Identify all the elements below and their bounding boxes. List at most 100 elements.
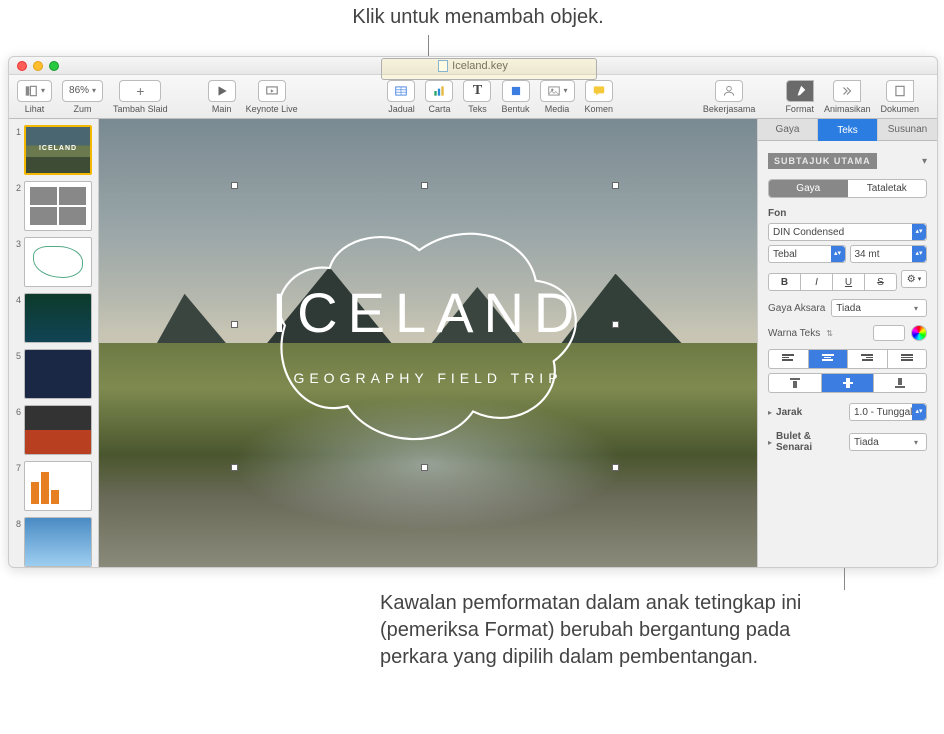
selection-handle[interactable] — [421, 182, 428, 189]
slide-thumbnail[interactable] — [24, 405, 92, 455]
nav-slide[interactable]: 3 — [13, 237, 94, 287]
nav-slide[interactable]: 4 — [13, 293, 94, 343]
slide-subtitle-text[interactable]: GEOGRAPHY FIELD TRIP — [99, 370, 757, 386]
tab-arrange[interactable]: Susunan — [878, 119, 937, 141]
color-picker-button[interactable] — [911, 325, 927, 341]
valign-top-button[interactable] — [768, 373, 822, 393]
selection-handle[interactable] — [612, 321, 619, 328]
close-window-button[interactable] — [17, 61, 27, 71]
align-center-button[interactable] — [808, 349, 849, 369]
text-icon: T — [473, 83, 482, 99]
disclosure-triangle-icon[interactable]: ▸ — [768, 408, 772, 417]
chart-icon — [432, 84, 446, 98]
media-button[interactable]: ▾ — [540, 80, 575, 102]
valign-bottom-button[interactable] — [873, 373, 927, 393]
selection-handle[interactable] — [612, 182, 619, 189]
thumb-title: ICELAND — [26, 145, 90, 152]
font-family-select[interactable]: DIN Condensed ▴▾ — [768, 223, 927, 241]
selection-handle[interactable] — [612, 464, 619, 471]
selection-handle[interactable] — [231, 321, 238, 328]
slide-thumbnail[interactable] — [24, 181, 92, 231]
annotation-bottom: Kawalan pemformatan dalam anak tetingkap… — [380, 590, 850, 671]
selection-handle[interactable] — [231, 182, 238, 189]
animate-label: Animasikan — [824, 104, 871, 114]
align-justify-button[interactable] — [887, 349, 928, 369]
slide-thumbnail[interactable] — [24, 293, 92, 343]
align-left-button[interactable] — [768, 349, 809, 369]
font-family-value: DIN Condensed — [773, 227, 844, 238]
underline-button[interactable]: U — [832, 273, 865, 291]
toolbar: ▾ Lihat 86% ▾ Zum + Tambah Slaid Main — [9, 75, 937, 119]
italic-button[interactable]: I — [800, 273, 833, 291]
nav-slide[interactable]: 6 — [13, 405, 94, 455]
spacing-row: ▸ Jarak 1.0 - Tunggal ▴▾ — [768, 403, 927, 421]
fullscreen-window-button[interactable] — [49, 61, 59, 71]
updown-icon[interactable]: ⇅ — [826, 329, 833, 338]
animate-button[interactable] — [833, 80, 861, 102]
chevron-down-icon: ▾ — [564, 86, 568, 95]
play-button[interactable] — [208, 80, 236, 102]
valign-middle-button[interactable] — [821, 373, 875, 393]
slide-thumbnail[interactable] — [24, 237, 92, 287]
shape-button[interactable] — [502, 80, 530, 102]
table-button[interactable] — [387, 80, 415, 102]
selection-handle[interactable] — [421, 464, 428, 471]
text-style-buttons: B I U S — [768, 273, 897, 291]
selection-handle[interactable] — [231, 464, 238, 471]
keynote-live-button[interactable] — [258, 80, 286, 102]
zoom-label: Zum — [74, 104, 92, 114]
collaborate-button[interactable] — [715, 80, 743, 102]
paragraph-style-name[interactable]: SUBTAJUK UTAMA — [768, 153, 877, 169]
advanced-options-button[interactable]: ⚙▾ — [901, 270, 927, 288]
chevron-down-icon[interactable]: ▾ — [922, 156, 927, 167]
font-weight-select[interactable]: Tebal ▴▾ — [768, 245, 846, 263]
chevron-down-icon: ▾ — [914, 304, 918, 313]
add-slide-button[interactable]: + — [119, 80, 161, 102]
align-right-button[interactable] — [847, 349, 888, 369]
font-size-field[interactable]: 34 mt ▴▾ — [850, 245, 928, 263]
document-title: Iceland.key — [452, 60, 508, 72]
document-icon — [893, 84, 907, 98]
inspector-tabs: Gaya Teks Susunan — [758, 119, 937, 141]
slide-thumbnail[interactable] — [24, 517, 92, 567]
subtab-layout[interactable]: Tataletak — [848, 180, 927, 197]
view-group: ▾ Lihat — [17, 80, 52, 114]
tab-style[interactable]: Gaya — [758, 119, 818, 141]
text-button[interactable]: T — [463, 80, 491, 102]
minimize-window-button[interactable] — [33, 61, 43, 71]
comment-button[interactable] — [585, 80, 613, 102]
nav-slide[interactable]: 7 — [13, 461, 94, 511]
text-color-well[interactable] — [873, 325, 905, 341]
slide-number: 5 — [13, 349, 21, 361]
slide-thumbnail[interactable]: ICELAND — [24, 125, 92, 175]
tab-text[interactable]: Teks — [818, 119, 878, 141]
spacing-select[interactable]: 1.0 - Tunggal ▴▾ — [849, 403, 927, 421]
current-slide[interactable]: ICELAND GEOGRAPHY FIELD TRIP — [99, 119, 757, 567]
slide-canvas[interactable]: ICELAND GEOGRAPHY FIELD TRIP — [99, 119, 757, 567]
disclosure-triangle-icon[interactable]: ▸ — [768, 438, 772, 447]
nav-slide[interactable]: 5 — [13, 349, 94, 399]
slide-title-text[interactable]: ICELAND — [99, 280, 757, 345]
slide-number: 2 — [13, 181, 21, 193]
bold-button[interactable]: B — [768, 273, 801, 291]
chart-button[interactable] — [425, 80, 453, 102]
format-button[interactable] — [786, 80, 814, 102]
strikethrough-button[interactable]: S — [864, 273, 897, 291]
char-style-select[interactable]: Tiada ▾ — [831, 299, 927, 317]
titlebar: Iceland.key — [9, 57, 937, 75]
slide-navigator[interactable]: 1 ICELAND 2 3 4 5 6 — [9, 119, 99, 567]
zoom-button[interactable]: 86% ▾ — [62, 80, 103, 102]
nav-slide[interactable]: 1 ICELAND — [13, 125, 94, 175]
bullets-select[interactable]: Tiada ▾ — [849, 433, 927, 451]
slide-thumbnail[interactable] — [24, 461, 92, 511]
slide-thumbnail[interactable] — [24, 349, 92, 399]
view-button[interactable]: ▾ — [17, 80, 52, 102]
document-button[interactable] — [886, 80, 914, 102]
table-icon — [394, 84, 408, 98]
subtab-style[interactable]: Gaya — [769, 180, 848, 197]
nav-slide[interactable]: 8 — [13, 517, 94, 567]
text-label: Teks — [468, 104, 487, 114]
format-label: Format — [785, 104, 814, 114]
nav-slide[interactable]: 2 — [13, 181, 94, 231]
bullets-value: Tiada — [854, 437, 879, 448]
